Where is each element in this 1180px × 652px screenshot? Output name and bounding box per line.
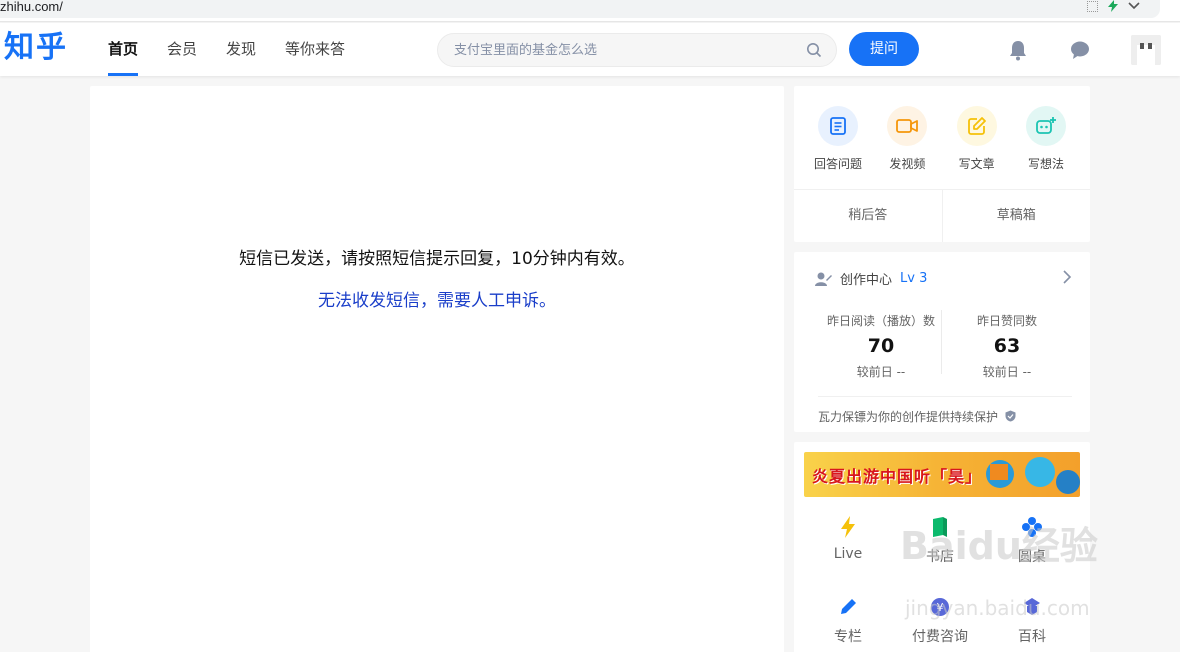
- create-card: 回答问题 发视频 写文章 写想法 稍后答 草稿箱: [794, 86, 1090, 242]
- create-sub-actions: 稍后答 草稿箱: [794, 190, 1090, 242]
- book-icon: [894, 514, 986, 540]
- url-text[interactable]: zhihu.com/: [0, 0, 63, 14]
- nav-discover[interactable]: 发现: [226, 23, 256, 76]
- stat-upvotes-value: 63: [993, 335, 1021, 357]
- banner-illustration: [986, 457, 1080, 494]
- manual-appeal-link[interactable]: 无法收发短信，需要人工申诉。: [90, 286, 784, 311]
- drafts-button[interactable]: 草稿箱: [943, 190, 1091, 242]
- zhihu-logo[interactable]: 知乎: [4, 29, 68, 67]
- tool-bookstore[interactable]: 书店: [894, 514, 986, 566]
- idea-icon: [1025, 106, 1066, 146]
- browser-address-bar[interactable]: zhihu.com/: [0, 0, 1180, 22]
- tools-card: 炎夏出游中国听「昊」 Live 书店 圆桌 专栏 ¥ 付费咨询 百科: [794, 442, 1090, 652]
- tool-live-label: Live: [833, 546, 863, 562]
- tool-column-label: 专栏: [834, 629, 862, 645]
- promo-banner[interactable]: 炎夏出游中国听「昊」: [804, 452, 1080, 497]
- stat-upvotes: 昨日赞同数 63 较前日 --: [934, 312, 1080, 380]
- main-nav: 首页 会员 发现 等你来答: [108, 23, 374, 76]
- creator-level-badge: Lv 3: [900, 271, 928, 286]
- creation-center-header[interactable]: 创作中心 Lv 3: [814, 269, 927, 288]
- message-icon[interactable]: [1069, 39, 1091, 61]
- answer-icon: [818, 106, 858, 146]
- tool-paid-consult[interactable]: ¥ 付费咨询: [894, 594, 986, 646]
- avatar[interactable]: [1131, 35, 1161, 65]
- creation-center-card: 创作中心 Lv 3 昨日阅读（播放）数 70 较前日 -- 昨日赞同数 63 较…: [794, 252, 1090, 432]
- create-idea-label: 写想法: [1027, 157, 1064, 171]
- site-header: 知乎 首页 会员 发现 等你来答 提问: [0, 23, 1180, 76]
- tool-paid-consult-label: 付费咨询: [912, 629, 968, 645]
- lightning-icon[interactable]: [1108, 0, 1118, 12]
- tool-roundtable-label: 圆桌: [1018, 549, 1046, 565]
- chevron-down-icon[interactable]: [1128, 2, 1140, 10]
- create-article-button[interactable]: 写文章: [949, 106, 1005, 189]
- tool-column[interactable]: 专栏: [802, 594, 894, 646]
- svg-text:¥: ¥: [937, 601, 944, 614]
- article-icon: [956, 106, 997, 146]
- create-article-label: 写文章: [958, 157, 995, 171]
- bell-icon[interactable]: [1007, 39, 1029, 61]
- create-actions: 回答问题 发视频 写文章 写想法: [794, 86, 1090, 190]
- nav-vip[interactable]: 会员: [167, 23, 197, 76]
- nav-waiting-answers[interactable]: 等你来答: [285, 23, 345, 76]
- create-answer-label: 回答问题: [813, 157, 862, 171]
- search-input[interactable]: [454, 34, 794, 66]
- search-box[interactable]: [437, 33, 837, 67]
- shield-icon: [1005, 410, 1016, 422]
- main-content-card: 短信已发送，请按照短信提示回复，10分钟内有效。 无法收发短信，需要人工申诉。: [90, 86, 784, 652]
- sms-sent-message: 短信已发送，请按照短信提示回复，10分钟内有效。: [239, 249, 635, 269]
- create-video-button[interactable]: 发视频: [879, 106, 935, 189]
- roundtable-icon: [986, 514, 1078, 540]
- chevron-right-icon[interactable]: [1062, 270, 1072, 284]
- lightning-icon: [802, 514, 894, 540]
- create-answer-button[interactable]: 回答问题: [810, 106, 866, 189]
- create-video-label: 发视频: [889, 157, 926, 171]
- protection-text: 瓦力保镖为你的创作提供持续保护: [818, 410, 999, 424]
- ask-question-button[interactable]: 提问: [849, 32, 919, 66]
- tool-wiki-label: 百科: [1018, 629, 1046, 645]
- tool-wiki[interactable]: 百科: [986, 594, 1078, 646]
- stat-reads-title: 昨日阅读（播放）数: [826, 314, 935, 328]
- avatar-image: [1131, 35, 1161, 65]
- url-box[interactable]: zhihu.com/: [0, 0, 1160, 18]
- search-icon[interactable]: [806, 42, 822, 58]
- tool-bookstore-label: 书店: [926, 549, 954, 565]
- pen-icon: [802, 594, 894, 620]
- answer-later-button[interactable]: 稍后答: [794, 190, 943, 242]
- consult-icon: ¥: [894, 594, 986, 620]
- stat-upvotes-title: 昨日赞同数: [976, 314, 1037, 328]
- stat-reads-value: 70: [867, 335, 895, 357]
- promo-banner-text: 炎夏出游中国听「昊」: [812, 467, 983, 486]
- wiki-icon: [986, 594, 1078, 620]
- create-idea-button[interactable]: 写想法: [1018, 106, 1074, 189]
- stat-reads: 昨日阅读（播放）数 70 较前日 --: [808, 312, 954, 380]
- protection-notice[interactable]: 瓦力保镖为你的创作提供持续保护: [818, 396, 1072, 425]
- browser-icons: [1087, 0, 1140, 12]
- creation-center-title: 创作中心: [840, 273, 893, 288]
- creator-icon: [815, 272, 832, 286]
- qr-icon[interactable]: [1087, 0, 1098, 12]
- stat-upvotes-delta: 较前日 --: [982, 365, 1032, 379]
- stat-reads-delta: 较前日 --: [856, 365, 906, 379]
- tool-roundtable[interactable]: 圆桌: [986, 514, 1078, 566]
- video-icon: [887, 106, 928, 146]
- tool-live[interactable]: Live: [802, 514, 894, 562]
- nav-home[interactable]: 首页: [108, 23, 139, 76]
